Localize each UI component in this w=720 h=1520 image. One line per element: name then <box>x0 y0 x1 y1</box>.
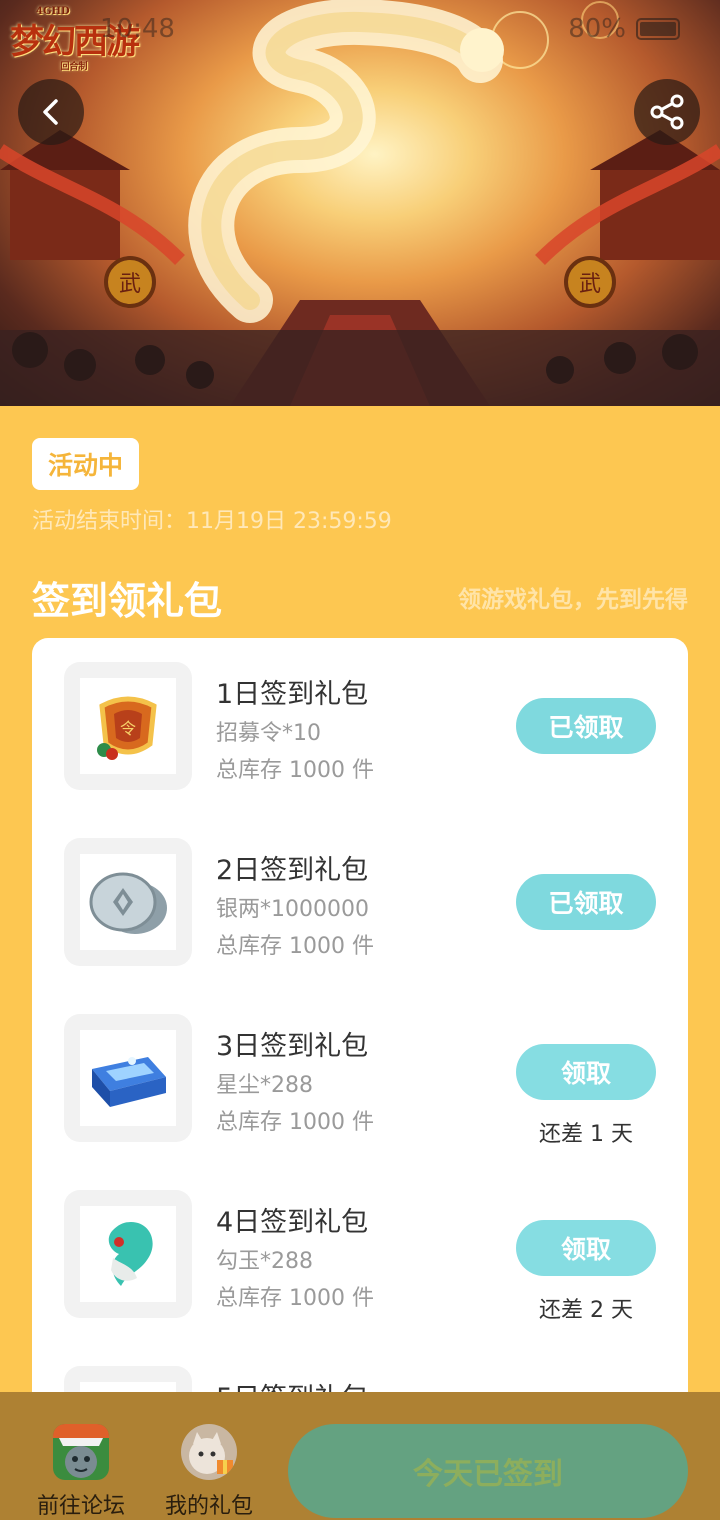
share-icon <box>650 94 684 130</box>
gift-thumbnail <box>64 1014 192 1142</box>
silver-coin-icon <box>89 872 167 934</box>
forum-label: 前往论坛 <box>36 1494 125 1519</box>
gift-name: 1日签到礼包 <box>216 679 369 710</box>
gift-list: 令 1日签到礼包 招募令*10 总库存 1000 件 已领取 2日签到礼包 银两… <box>32 638 688 1520</box>
recruit-token-icon: 令 <box>97 696 157 760</box>
gift-item: 勾玉*288 <box>216 1249 313 1274</box>
battery-percent: 80% <box>568 14 626 44</box>
gift-thumbnail <box>64 838 192 966</box>
my-gifts-label: 我的礼包 <box>164 1494 253 1519</box>
signed-in-today-button[interactable]: 今天已签到 <box>288 1424 688 1518</box>
chevron-left-icon <box>43 99 58 125</box>
magatama-icon <box>108 1222 153 1286</box>
activity-end-time: 活动结束时间：11月19日 23:59:59 <box>32 509 392 534</box>
activity-status-badge: 活动中 <box>32 438 140 490</box>
gift-name: 4日签到礼包 <box>216 1207 369 1238</box>
back-button[interactable] <box>18 79 84 145</box>
gift-name: 3日签到礼包 <box>216 1031 369 1062</box>
gift-row-day4: 4日签到礼包 勾玉*288 总库存 1000 件 领取 还差 2 天 <box>32 1190 688 1323</box>
stardust-chest-icon <box>92 1057 166 1107</box>
bottom-bar: 前往论坛 我的礼包 今天已签到 <box>0 1392 720 1520</box>
game-app-icon <box>53 1424 109 1480</box>
gift-stock: 总库存 1000 件 <box>216 934 374 959</box>
drum-character-right: 武 <box>579 272 601 297</box>
share-button[interactable] <box>634 79 700 145</box>
days-remaining: 还差 2 天 <box>539 1298 633 1323</box>
gift-thumbnail: 令 <box>64 662 192 790</box>
gift-item: 招募令*10 <box>216 721 321 746</box>
gift-item: 银两*1000000 <box>216 897 369 922</box>
svg-text:令: 令 <box>120 719 136 738</box>
claimed-button[interactable]: 已领取 <box>516 874 656 930</box>
gift-name: 2日签到礼包 <box>216 855 369 886</box>
hero-banner: 武 武 4GHD 梦幻西游 回合制 10:48 80% <box>0 0 720 406</box>
claim-button[interactable]: 领取 <box>516 1044 656 1100</box>
battery-icon <box>636 18 680 40</box>
section-subtitle: 领游戏礼包，先到先得 <box>458 587 688 613</box>
claimed-button[interactable]: 已领取 <box>516 698 656 754</box>
gift-stock: 总库存 1000 件 <box>216 1110 374 1135</box>
gift-stock: 总库存 1000 件 <box>216 758 374 783</box>
drum-character-left: 武 <box>119 272 141 297</box>
forum-link[interactable]: 前往论坛 <box>26 1424 136 1520</box>
days-remaining: 还差 1 天 <box>539 1122 633 1147</box>
claim-button[interactable]: 领取 <box>516 1220 656 1276</box>
cat-avatar-icon <box>181 1424 237 1480</box>
gift-row-day1: 令 1日签到礼包 招募令*10 总库存 1000 件 已领取 <box>32 662 688 792</box>
gift-row-day2: 2日签到礼包 银两*1000000 总库存 1000 件 已领取 <box>32 838 688 968</box>
gift-item: 星尘*288 <box>216 1073 313 1098</box>
status-bar: 10:48 80% <box>100 14 680 44</box>
section-title: 签到领礼包 <box>32 579 223 623</box>
network-label: 4GHD <box>36 6 70 17</box>
status-time: 10:48 <box>100 14 175 44</box>
gift-stock: 总库存 1000 件 <box>216 1286 374 1311</box>
my-gifts-link[interactable]: 我的礼包 <box>154 1424 264 1520</box>
gift-thumbnail <box>64 1190 192 1318</box>
gift-row-day3: 3日签到礼包 星尘*288 总库存 1000 件 领取 还差 1 天 <box>32 1014 688 1147</box>
